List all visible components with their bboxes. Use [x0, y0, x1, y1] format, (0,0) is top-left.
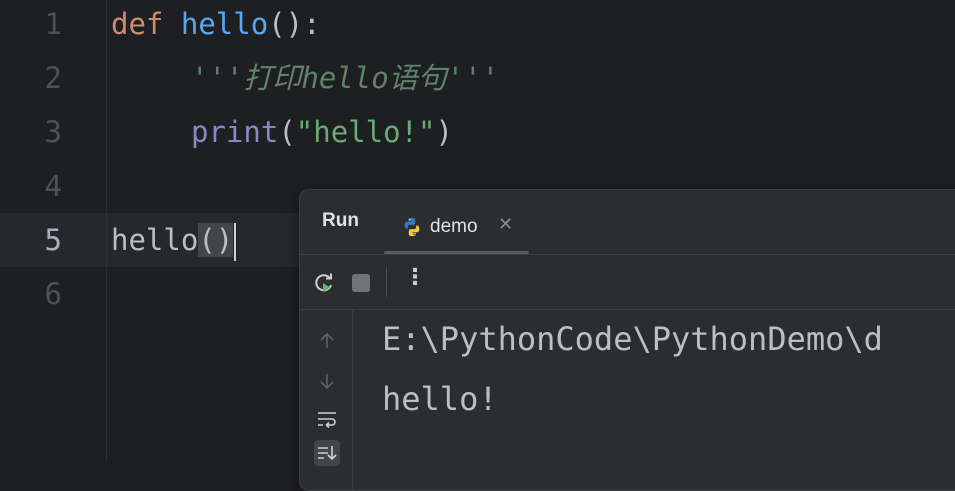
- soft-wrap-icon[interactable]: [314, 406, 340, 432]
- run-tab-bar: Run demo ✕: [300, 190, 955, 255]
- scroll-to-end-icon[interactable]: [314, 440, 340, 466]
- tab-demo[interactable]: demo ✕: [384, 200, 529, 254]
- open-paren: (: [278, 115, 296, 149]
- line-number: 4: [44, 169, 62, 203]
- line-number: 1: [44, 7, 62, 41]
- stop-icon[interactable]: [352, 274, 370, 292]
- console-side-toolbar: [300, 310, 353, 490]
- run-tool-window: Run demo ✕ ⋮ E:\PythonCode\PythonDemo\d …: [299, 189, 955, 491]
- function-name: hello: [180, 7, 269, 41]
- console-output-line: E:\PythonCode\PythonDemo\d: [382, 320, 883, 358]
- text-caret: [234, 223, 237, 261]
- run-title[interactable]: Run: [322, 210, 359, 232]
- more-vertical-icon[interactable]: ⋮: [404, 265, 426, 290]
- console-output-line: hello!: [382, 380, 498, 418]
- arrow-up-icon[interactable]: [314, 328, 340, 354]
- line-number-active: 5: [44, 223, 62, 257]
- close-icon[interactable]: ✕: [498, 214, 513, 235]
- line-number: 3: [44, 115, 62, 149]
- toolbar-separator: [386, 267, 387, 297]
- line-number: 6: [44, 277, 62, 311]
- active-tab-indicator: [384, 251, 529, 254]
- gutter-divider: [106, 0, 107, 462]
- code-line-2[interactable]: '''打印hello语句''': [191, 51, 499, 105]
- arrow-down-icon[interactable]: [314, 368, 340, 394]
- python-icon: [404, 217, 420, 237]
- code-line-1[interactable]: def hello():: [111, 0, 321, 51]
- rerun-icon[interactable]: [312, 271, 336, 295]
- docstring: '''打印hello语句''': [191, 61, 500, 95]
- run-toolbar: ⋮: [300, 255, 955, 310]
- keyword-def: def: [111, 7, 164, 41]
- line-number: 2: [44, 61, 62, 95]
- function-call: hello: [111, 223, 199, 257]
- builtin-print: print: [191, 115, 279, 149]
- tab-label: demo: [430, 216, 478, 237]
- string-literal: "hello!": [295, 115, 436, 149]
- signature: ():: [268, 7, 321, 41]
- matched-parens: (): [198, 223, 234, 257]
- code-line-3[interactable]: print("hello!"): [191, 105, 453, 159]
- close-paren: ): [435, 115, 453, 149]
- code-line-5[interactable]: hello(): [111, 213, 237, 267]
